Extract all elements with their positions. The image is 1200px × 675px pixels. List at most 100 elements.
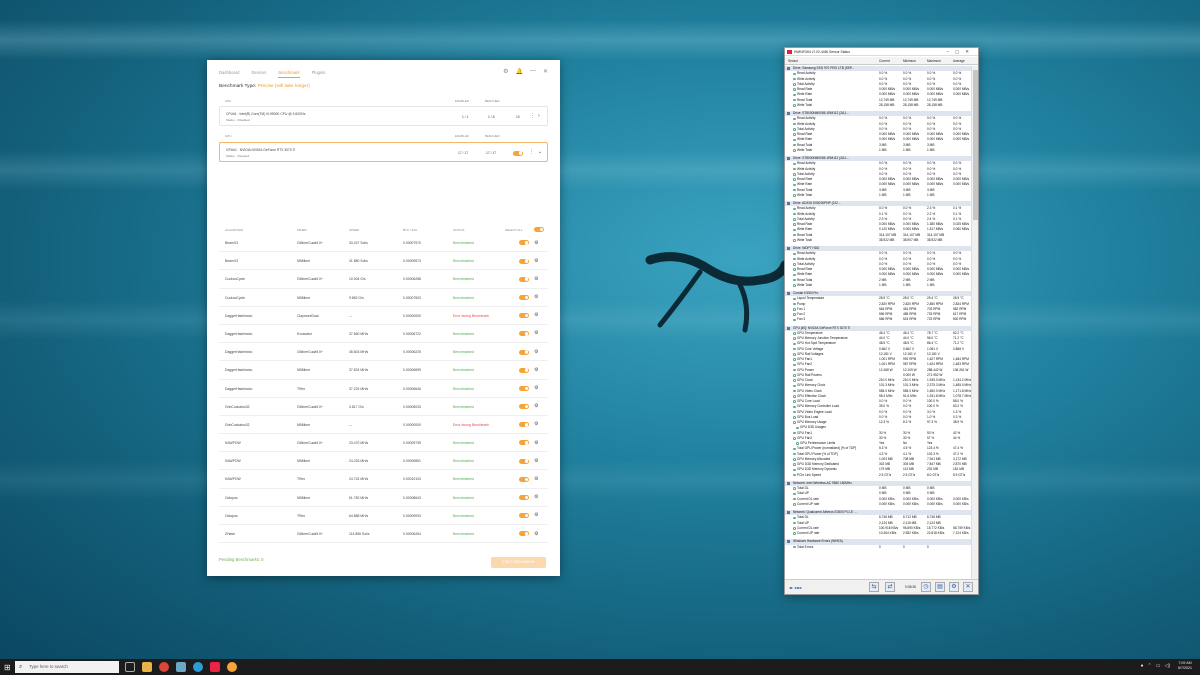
algorithm-settings-gear-icon[interactable]: ⚙ xyxy=(534,258,538,264)
algorithm-settings-gear-icon[interactable]: ⚙ xyxy=(534,312,538,318)
algorithm-enable-toggle[interactable] xyxy=(519,349,529,355)
table-row[interactable]: Octopus TRex 64.888 MH/s 0.00009093 Benchmar… xyxy=(219,507,548,525)
algorithm-settings-gear-icon[interactable]: ⚙ xyxy=(534,240,538,246)
algorithm-settings-gear-icon[interactable]: ⚙ xyxy=(534,367,538,373)
algorithm-enable-toggle[interactable] xyxy=(519,458,529,464)
tray-app-icon[interactable]: ● xyxy=(1141,663,1144,669)
btc-value: 0.00006699 xyxy=(403,368,421,373)
taskbar-search[interactable]: ⌕ Type here to search xyxy=(15,661,119,673)
close-sensors-icon[interactable]: ✕ xyxy=(963,582,973,592)
algorithm-settings-gear-icon[interactable]: ⚙ xyxy=(534,531,538,537)
nav-plugins[interactable]: Plugins xyxy=(312,70,326,78)
sensor-network2-icon[interactable]: ⇄ xyxy=(885,582,895,592)
gpu-enable-toggle[interactable] xyxy=(513,150,523,156)
algorithm-enable-toggle[interactable] xyxy=(519,422,529,428)
table-row[interactable]: DaggerHashimoto NBMiner 37.524 MH/s 0.00006… xyxy=(219,361,548,380)
algorithm-settings-gear-icon[interactable]: ⚙ xyxy=(534,494,538,500)
table-row[interactable]: ZHash GMinerCuda9.0+ 114.856 Sol/s 0.000062… xyxy=(219,525,548,544)
report-icon[interactable]: ▤ xyxy=(935,582,945,592)
nicehash-icon[interactable] xyxy=(227,662,237,672)
algorithm-settings-gear-icon[interactable]: ⚙ xyxy=(534,330,538,336)
chevron-right-icon[interactable]: › xyxy=(538,113,540,119)
algorithm-settings-gear-icon[interactable]: ⚙ xyxy=(534,440,538,446)
gpu-device-card[interactable]: GPU#1 · NVIDIA NVIDIA GeForce RTX 3070 T… xyxy=(219,142,548,162)
algorithm-settings-gear-icon[interactable]: ⚙ xyxy=(534,403,538,409)
table-row[interactable]: KAWPOW GMinerCuda9.0+ 23.470 MH/s 0.0000973… xyxy=(219,434,548,453)
algorithm-enable-toggle[interactable] xyxy=(519,495,529,501)
benchmark-type[interactable]: Benchmark Type: Precise (will take longe… xyxy=(219,84,310,89)
app-icon[interactable] xyxy=(176,662,186,672)
algorithm-enable-toggle[interactable] xyxy=(519,476,529,482)
algorithm-enable-toggle[interactable] xyxy=(519,294,529,300)
algorithm-settings-gear-icon[interactable]: ⚙ xyxy=(534,294,538,300)
edge-icon[interactable] xyxy=(193,662,203,672)
algorithm-settings-gear-icon[interactable]: ⚙ xyxy=(534,385,538,391)
algorithm-enable-toggle[interactable] xyxy=(519,331,529,337)
table-row[interactable]: BeamV3 NBMiner 41.880 Sol/s 0.00009573 Bench… xyxy=(219,252,548,271)
algorithm-settings-gear-icon[interactable]: ⚙ xyxy=(534,512,538,518)
start-benchmark-button[interactable]: START BENCHMARK xyxy=(491,557,546,568)
nav-arrows-icon[interactable]: ◂▸ ◂◂▸▸ xyxy=(789,585,802,590)
algorithm-enable-toggle[interactable] xyxy=(519,440,529,446)
window-buttons[interactable]: –▢✕ xyxy=(946,49,975,55)
algorithm-enable-toggle[interactable] xyxy=(519,313,529,319)
nav-benchmark[interactable]: Benchmark xyxy=(278,70,300,78)
btc-value: 0.00000000 xyxy=(403,313,421,318)
algorithm-settings-gear-icon[interactable]: ⚙ xyxy=(534,276,538,282)
table-row[interactable]: GrinCuckatoo32 GMinerCuda9.0+ 0.817 G/s 0.0… xyxy=(219,398,548,416)
sensor-row[interactable]: Total Errors 0 0 0 xyxy=(785,545,971,550)
table-row[interactable]: DaggerHashimoto ClaymoreDual --- 0.00000000… xyxy=(219,307,548,325)
algorithm-settings-gear-icon[interactable]: ⚙ xyxy=(534,349,538,355)
hwinfo-taskbar-icon[interactable] xyxy=(210,662,220,672)
nav-devices[interactable]: Devices xyxy=(252,70,267,78)
algorithm-enable-toggle[interactable] xyxy=(519,513,529,519)
algorithm-settings-gear-icon[interactable]: ⚙ xyxy=(534,476,538,482)
start-windows-icon[interactable]: ⊞ xyxy=(4,663,11,672)
algorithm-enable-toggle[interactable] xyxy=(519,367,529,373)
table-row[interactable]: DaggerHashimoto Excavator 37.650 MH/s 0.000… xyxy=(219,325,548,344)
algorithm-settings-gear-icon[interactable]: ⚙ xyxy=(534,421,538,427)
taskbar-clock[interactable]: 7:09 AM 6/7/2021 xyxy=(1178,661,1192,671)
algorithm-enable-toggle[interactable] xyxy=(519,531,529,537)
sensor-icon xyxy=(793,374,796,377)
benchmark-type-value[interactable]: Precise (will take longer) xyxy=(258,84,310,89)
tray-up-icon[interactable]: ⌃ xyxy=(1148,663,1152,669)
algorithm-enable-toggle[interactable] xyxy=(519,385,529,391)
more-options-icon[interactable]: ⋮ xyxy=(530,113,535,119)
file-explorer-icon[interactable] xyxy=(142,662,152,672)
table-row[interactable]: CuckooCycle GMinerCuda9.0+ 10.004 G/s 0.000… xyxy=(219,270,548,289)
sensor-network-icon[interactable]: ⇆ xyxy=(869,582,879,592)
chrome-icon[interactable] xyxy=(159,662,169,672)
sensor-list[interactable]: Drive: Samsung SSD 970 PRO 1TB (S5P... Re… xyxy=(785,66,971,580)
table-row[interactable]: DaggerHashimoto TRex 37.224 MH/s 0.00006646… xyxy=(219,380,548,398)
table-row[interactable]: BeamV3 GMinerCuda9.0+ 33.247 Sol/s 0.000079… xyxy=(219,234,548,253)
clock-icon[interactable]: ◷ xyxy=(921,582,931,592)
table-row[interactable]: GrinCuckatoo32 NBMiner --- 0.00000000 Error … xyxy=(219,416,548,435)
algorithm-enable-toggle[interactable] xyxy=(519,276,529,282)
close-icon[interactable]: ✕ xyxy=(543,68,548,75)
sensor-scrollbar[interactable] xyxy=(971,66,978,580)
algorithm-enable-toggle[interactable] xyxy=(519,404,529,410)
cpu-device-card[interactable]: CPU#1 · Intel(R) Core(TM) i9-9900K CPU @… xyxy=(219,106,548,126)
more-options-icon[interactable]: ⋮ xyxy=(529,149,534,155)
chevron-down-icon[interactable]: ⌄ xyxy=(538,149,542,155)
table-row[interactable]: Octopus NBMiner 61.782 MH/s 0.00008643 Bench… xyxy=(219,489,548,507)
minimize-icon[interactable]: — xyxy=(530,68,536,75)
algorithm-settings-gear-icon[interactable]: ⚙ xyxy=(534,458,538,464)
notification-bell-icon[interactable]: 🔔 xyxy=(515,68,522,75)
task-view-icon[interactable] xyxy=(125,662,135,672)
settings-icon[interactable]: ⚙ xyxy=(949,582,959,592)
select-all-toggle[interactable] xyxy=(534,227,544,232)
algorithm-enable-toggle[interactable] xyxy=(519,240,529,246)
tray-network-icon[interactable]: ▭ xyxy=(1156,663,1161,669)
settings-gear-icon[interactable]: ⚙ xyxy=(503,68,508,75)
sensor-icon xyxy=(793,133,796,136)
table-row[interactable]: KAWPOW NBMiner 24.233 MH/s 0.00009851 Benchm… xyxy=(219,452,548,471)
btc-value: 0.00000000 xyxy=(403,422,421,427)
tray-volume-icon[interactable]: ◁) xyxy=(1164,663,1170,669)
algorithm-enable-toggle[interactable] xyxy=(519,258,529,264)
table-row[interactable]: DaggerHashimoto GMinerCuda9.0+ 38.603 MH/s… xyxy=(219,343,548,362)
nav-dashboard[interactable]: Dashboard xyxy=(219,70,240,78)
table-row[interactable]: CuckooCycle NBMiner 9.852 G/s 0.00007503 Ben… xyxy=(219,289,548,307)
table-row[interactable]: KAWPOW TRex 24.724 MH/s 0.00010103 Benchmark… xyxy=(219,470,548,489)
